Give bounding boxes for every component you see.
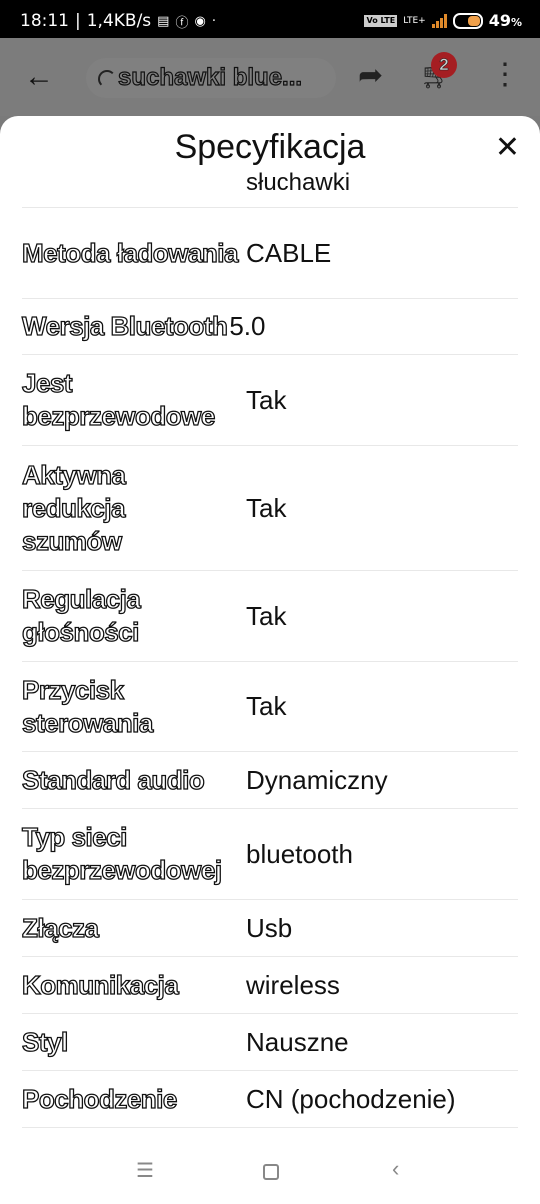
spec-label: Komunikacja xyxy=(21,969,179,1000)
network-type: LTE+ xyxy=(403,15,426,26)
spec-row: Typ sieci bezprzewodowej bluetooth xyxy=(21,809,518,900)
spec-label: Metoda ładowania xyxy=(21,237,239,268)
spec-label: Aktywna redukcja szumów xyxy=(21,459,126,556)
spec-row: Komunikacja wireless xyxy=(21,957,518,1014)
battery-icon xyxy=(452,12,483,29)
separator: | xyxy=(75,11,81,31)
back-arrow-icon[interactable]: ← xyxy=(24,60,54,94)
spec-label: Styl xyxy=(21,1026,68,1057)
nav-back-icon[interactable]: ‹ xyxy=(392,1156,399,1182)
spec-row: Jest bezprzewodowe Tak xyxy=(21,355,518,446)
spec-value: CABLE xyxy=(246,237,332,268)
app-icon: ◉ xyxy=(194,13,206,29)
spec-label: Przycisk sterowania xyxy=(21,674,154,738)
spec-row: Wersja Bluetooth 5.0 xyxy=(21,299,518,355)
spec-row: Złącza Usb xyxy=(21,900,518,957)
spec-row: Metoda ładowania CABLE xyxy=(21,208,518,299)
spec-value: Tak xyxy=(246,691,287,721)
spec-value: słuchawki xyxy=(246,169,351,196)
spec-row-partial: słuchawki xyxy=(22,164,518,208)
spec-value: 5.0 xyxy=(229,311,266,341)
spec-value: wireless xyxy=(246,969,340,1000)
home-icon[interactable] xyxy=(263,1164,279,1180)
spec-row: Pochodzenie CN (pochodzenie) xyxy=(21,1071,518,1128)
spec-label: Typ sieci bezprzewodowej xyxy=(21,821,222,885)
spec-value: Usb xyxy=(246,912,293,943)
more-options-icon[interactable]: ⋮ xyxy=(490,60,520,90)
loading-spinner-icon xyxy=(98,70,116,88)
cart-badge: 2 xyxy=(431,52,457,78)
app-bar: ← suchawki blue... ➦ 🛒︎ 2 ⋮ xyxy=(0,38,540,116)
spec-list[interactable]: słuchawki Metoda ładowania CABLE Wersja B… xyxy=(21,164,518,1144)
spec-value: Dynamiczny xyxy=(246,764,388,795)
spec-label: Wersja Bluetooth xyxy=(21,310,228,341)
close-icon[interactable]: ✕ xyxy=(495,130,520,165)
gallery-icon: ▤ xyxy=(157,13,170,29)
search-title-box[interactable]: suchawki blue... xyxy=(86,58,336,98)
spec-row: Styl Nauszne xyxy=(21,1014,518,1071)
spec-value: Nauszne xyxy=(246,1026,349,1057)
specification-sheet: Specyfikacja ✕ słuchawki Metoda ładowani… xyxy=(0,116,540,1204)
spec-row: Regulacja głośności Tak xyxy=(21,571,518,662)
spec-value: Tak xyxy=(246,600,287,631)
signal-icon xyxy=(431,13,447,28)
battery-percent: 49% xyxy=(488,11,522,30)
page-title: suchawki blue... xyxy=(117,63,303,91)
status-bar: 18:11 | 1,4KB/s ▤ ⓕ ◉ · Vo LTE LTE+ 49% xyxy=(0,0,540,38)
share-icon[interactable]: ➦ xyxy=(358,58,383,93)
system-nav-bar: ☰ ‹ xyxy=(0,1140,540,1204)
spec-label: Regulacja głośności xyxy=(21,583,141,647)
spec-row: Przycisk sterowania Tak xyxy=(21,662,518,752)
sheet-title: Specyfikacja xyxy=(174,128,366,166)
spec-value: bluetooth xyxy=(246,838,353,869)
spec-row: Aktywna redukcja szumów Tak xyxy=(21,446,518,571)
spec-label: Złącza xyxy=(21,912,99,943)
recent-apps-icon[interactable]: ☰ xyxy=(136,1158,154,1183)
spec-value: Tak xyxy=(246,384,287,415)
spec-value: CN (pochodzenie) xyxy=(246,1083,456,1114)
dot-icon: · xyxy=(211,13,216,29)
spec-row: Standard audio Dynamiczny xyxy=(21,752,518,809)
volte-icon: Vo LTE xyxy=(364,14,398,27)
spec-label: Pochodzenie xyxy=(21,1083,178,1114)
spec-value: Tak xyxy=(246,492,287,523)
facebook-icon: ⓕ xyxy=(175,15,189,31)
spec-label: Standard audio xyxy=(21,764,205,795)
network-speed: 1,4KB/s xyxy=(86,11,152,31)
spec-label: Jest bezprzewodowe xyxy=(21,367,216,431)
clock: 18:11 xyxy=(20,11,69,31)
